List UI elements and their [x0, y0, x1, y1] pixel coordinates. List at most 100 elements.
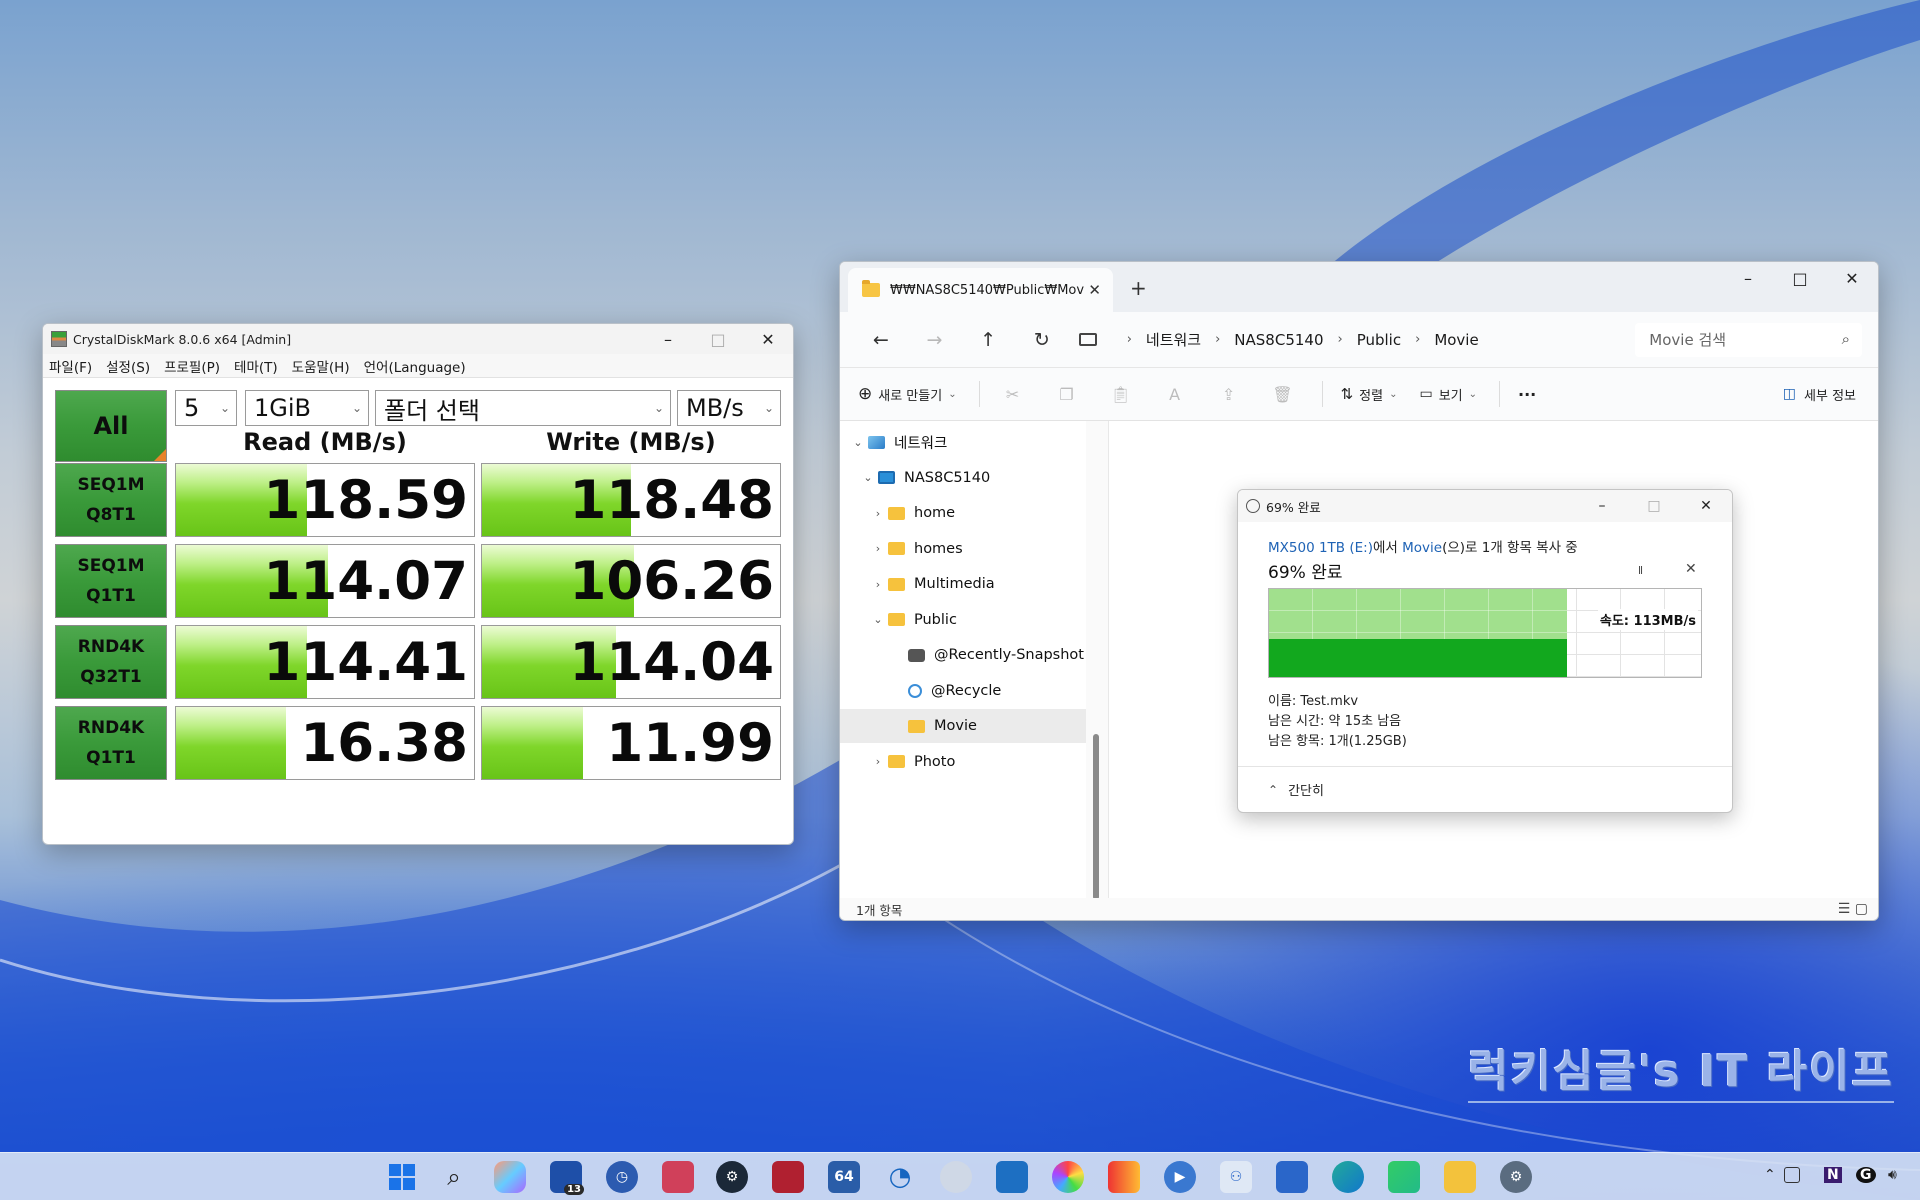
chevron-right-icon[interactable]: › — [1127, 332, 1132, 347]
tray-n-icon[interactable]: N — [1824, 1167, 1842, 1183]
computer-icon[interactable] — [1078, 333, 1097, 346]
chevron-icon[interactable]: › — [868, 755, 888, 768]
breadcrumb-nas[interactable]: NAS8C5140 — [1234, 331, 1323, 349]
menu-language[interactable]: 언어(Language) — [364, 356, 466, 376]
collapse-button[interactable]: ⌃ 간단히 — [1238, 766, 1732, 812]
cpu-z-icon[interactable]: 64 — [828, 1161, 860, 1193]
maximize-button[interactable]: □ — [693, 324, 743, 354]
all-button[interactable]: All — [55, 390, 167, 462]
source-link[interactable]: MX500 1TB (E:) — [1268, 540, 1373, 556]
file-explorer-icon[interactable] — [1444, 1161, 1476, 1193]
destination-link[interactable]: Movie — [1402, 540, 1442, 556]
rename-icon[interactable]: A — [1160, 385, 1190, 404]
tab-movie[interactable]: ₩₩NAS8C5140₩Public₩Mov ✕ — [848, 268, 1113, 312]
edge-icon[interactable] — [1332, 1161, 1364, 1193]
test-button-1[interactable]: SEQ1M Q1T1 — [55, 544, 167, 618]
more-options-button[interactable]: ··· — [1518, 385, 1536, 404]
chevron-right-icon[interactable]: › — [1215, 332, 1220, 347]
menu-settings[interactable]: 설정(S) — [106, 356, 150, 376]
tree-item-5[interactable]: ⌄ Public — [840, 603, 1086, 637]
chevron-icon[interactable]: › — [868, 507, 888, 520]
minimize-button[interactable]: – — [1576, 490, 1628, 522]
disk-app-icon[interactable] — [940, 1161, 972, 1193]
volume-icon[interactable]: 🔊︎ — [1888, 1167, 1897, 1183]
details-button[interactable]: ◫ 세부 정보 — [1783, 385, 1856, 404]
close-button[interactable]: ✕ — [743, 324, 793, 354]
breadcrumb-public[interactable]: Public — [1357, 331, 1401, 349]
share-icon[interactable]: ⇪ — [1214, 385, 1244, 404]
search-input[interactable]: Movie 검색 ⌕ — [1635, 322, 1862, 357]
forward-button[interactable]: → — [908, 329, 962, 351]
back-button[interactable]: ← — [854, 329, 908, 351]
close-button[interactable]: ✕ — [1826, 262, 1878, 294]
tree-item-8[interactable]: Movie — [840, 709, 1086, 743]
forza-icon[interactable] — [772, 1161, 804, 1193]
tree-item-4[interactable]: › Multimedia — [840, 567, 1086, 601]
tree-item-3[interactable]: › homes — [840, 532, 1086, 566]
new-tab-button[interactable]: + — [1130, 276, 1147, 300]
tree-item-7[interactable]: @Recycle — [840, 674, 1086, 708]
chevron-right-icon[interactable]: › — [1415, 332, 1420, 347]
chevron-icon[interactable]: ⌄ — [868, 613, 888, 626]
steam-icon[interactable]: ⚙ — [716, 1161, 748, 1193]
tree-item-6[interactable]: @Recently-Snapshot — [840, 638, 1086, 672]
refresh-button[interactable]: ↻ — [1015, 329, 1069, 351]
tray-expand-icon[interactable]: ⌃ — [1764, 1167, 1776, 1183]
maximize-button[interactable]: □ — [1628, 490, 1680, 522]
unit-select[interactable]: MB/s ⌄ — [677, 390, 781, 426]
chevron-icon[interactable]: ⌄ — [858, 471, 878, 484]
menu-profile[interactable]: 프로필(P) — [164, 356, 220, 376]
test-button-0[interactable]: SEQ1M Q8T1 — [55, 463, 167, 537]
view-button[interactable]: ▭ 보기 ⌄ — [1419, 385, 1477, 404]
test-size-select[interactable]: 1GiB ⌄ — [245, 390, 369, 426]
task-view-icon[interactable]: 13 — [550, 1161, 584, 1195]
menu-file[interactable]: 파일(F) — [49, 356, 92, 376]
breadcrumb-network[interactable]: 네트워크 — [1146, 329, 1201, 350]
color-app-icon[interactable] — [1052, 1161, 1084, 1193]
menu-theme[interactable]: 테마(T) — [234, 356, 278, 376]
up-button[interactable]: ↑ — [961, 329, 1015, 351]
delete-icon[interactable]: 🗑︎ — [1268, 385, 1298, 404]
chevron-right-icon[interactable]: › — [1338, 332, 1343, 347]
tray-app-icon[interactable] — [1784, 1167, 1800, 1183]
settings-icon[interactable]: ⚙ — [1500, 1161, 1532, 1193]
copy-icon[interactable]: ❐ — [1052, 385, 1082, 404]
new-button[interactable]: ⊕ 새로 만들기 ⌄ — [858, 384, 957, 404]
start-button[interactable] — [386, 1161, 418, 1193]
tree-item-0[interactable]: ⌄ 네트워크 — [840, 425, 1086, 459]
edge-canary-icon[interactable]: ◔ — [884, 1161, 916, 1193]
clock-app-icon[interactable]: ◷ — [606, 1161, 638, 1193]
winrar-icon[interactable] — [1108, 1161, 1140, 1193]
cancel-copy-icon[interactable]: ✕ — [1685, 561, 1697, 577]
network-app-icon[interactable]: ⚇ — [1220, 1161, 1252, 1193]
maximize-button[interactable]: □ — [1774, 262, 1826, 294]
tray-g-icon[interactable]: G — [1856, 1167, 1876, 1183]
sort-button[interactable]: ⇅ 정렬 ⌄ — [1341, 385, 1398, 404]
photos-icon[interactable] — [996, 1161, 1028, 1193]
search-icon[interactable]: ⌕ — [438, 1161, 470, 1193]
close-button[interactable]: ✕ — [1680, 490, 1732, 522]
media-player-icon[interactable]: ▶ — [1164, 1161, 1196, 1193]
tree-item-2[interactable]: › home — [840, 496, 1086, 530]
cut-icon[interactable]: ✂ — [998, 385, 1028, 404]
minimize-button[interactable]: – — [1722, 262, 1774, 294]
test-button-2[interactable]: RND4K Q32T1 — [55, 625, 167, 699]
test-button-3[interactable]: RND4K Q1T1 — [55, 706, 167, 780]
tree-scrollbar[interactable] — [1093, 734, 1099, 900]
chevron-icon[interactable]: › — [868, 542, 888, 555]
tree-item-1[interactable]: ⌄ NAS8C5140 — [840, 461, 1086, 495]
chevron-icon[interactable]: ⌄ — [848, 436, 868, 449]
tree-item-9[interactable]: › Photo — [840, 745, 1086, 779]
target-folder-select[interactable]: 폴더 선택 ⌄ — [375, 390, 671, 426]
menu-help[interactable]: 도움말(H) — [292, 356, 350, 376]
terminal-icon[interactable] — [1388, 1161, 1420, 1193]
pause-icon[interactable]: ll — [1638, 564, 1643, 577]
cube-app-icon[interactable] — [1276, 1161, 1308, 1193]
breadcrumb-movie[interactable]: Movie — [1434, 331, 1478, 349]
paste-icon[interactable]: 📋︎ — [1106, 385, 1136, 404]
view-toggle-icons[interactable]: ☰ ▢ — [1838, 901, 1868, 917]
test-count-select[interactable]: 5 ⌄ — [175, 390, 237, 426]
close-tab-icon[interactable]: ✕ — [1088, 281, 1101, 299]
minimize-button[interactable]: – — [643, 324, 693, 354]
chevron-icon[interactable]: › — [868, 578, 888, 591]
